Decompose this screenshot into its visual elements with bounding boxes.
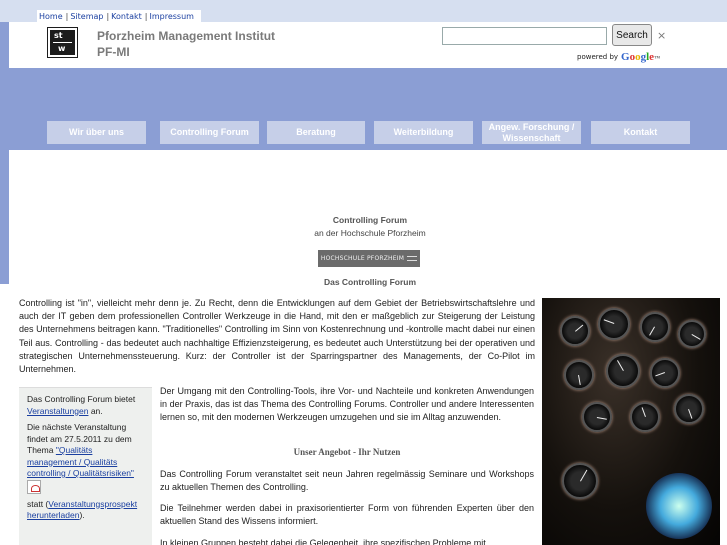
nav-beratung[interactable]: Beratung	[267, 121, 365, 144]
gauge-icon	[560, 316, 590, 346]
groups-paragraph: In kleinen Gruppen besteht dabei die Gel…	[160, 538, 486, 545]
offer-paragraph: Das Controlling Forum veranstaltet seit …	[160, 469, 534, 493]
search-button[interactable]: Search	[612, 24, 652, 46]
site-title-line1: Pforzheim Management Institut	[97, 29, 276, 43]
sidebox-download: statt (Veranstaltungsprospekt herunterla…	[27, 499, 144, 522]
page-heading: Controlling Forum	[332, 215, 408, 225]
hochschule-badge: HOCHSCHULE PFORZHEIM	[318, 250, 420, 267]
gauge-icon	[630, 402, 660, 432]
logo-text-w: w	[58, 44, 66, 53]
sidebox-download-end: ).	[79, 510, 85, 520]
logo-divider	[53, 42, 72, 43]
gauge-icon	[606, 354, 640, 388]
home-link[interactable]: Home	[37, 12, 66, 21]
site-header: st w Pforzheim Management Institut PF-MI…	[31, 22, 727, 68]
nav-controlling-forum[interactable]: Controlling Forum	[160, 121, 259, 144]
nav-forschung[interactable]: Angew. Forschung / Wissenschaft	[482, 121, 581, 144]
gauge-icon	[678, 320, 706, 348]
sidebox-events-text: Das Controlling Forum bietet	[27, 394, 136, 404]
sidebox-download-text: statt (	[27, 498, 49, 509]
site-title-line2: PF-MI	[97, 45, 130, 59]
sidebox-events-end: an.	[90, 405, 103, 416]
left-strip	[0, 22, 9, 284]
gauge-icon	[650, 358, 680, 388]
pdf-icon[interactable]	[27, 479, 41, 494]
gauge-icon	[598, 308, 630, 340]
gauge-icon	[640, 312, 670, 342]
nav-kontakt[interactable]: Kontakt	[591, 121, 690, 144]
page-subheading: an der Hochschule Pforzheim	[314, 228, 426, 238]
kontakt-link[interactable]: Kontakt	[109, 12, 145, 21]
stw-logo[interactable]: st w	[47, 27, 78, 58]
logo-text-st: st	[54, 31, 63, 40]
gauge-icon	[582, 402, 612, 432]
top-links: Home | Sitemap | Kontakt | Impressum	[37, 10, 201, 22]
cockpit-image	[542, 298, 720, 545]
impressum-link[interactable]: Impressum	[148, 12, 197, 21]
veranstaltungen-link[interactable]: Veranstaltungen	[27, 406, 88, 416]
participants-paragraph: Die Teilnehmer werden dabei in praxisori…	[160, 503, 534, 527]
info-sidebox: Das Controlling Forum bietet Veranstaltu…	[19, 387, 152, 545]
radar-display-icon	[646, 473, 712, 539]
sitemap-link[interactable]: Sitemap	[68, 12, 106, 21]
badge-logo-icon	[407, 256, 418, 261]
gauge-icon	[564, 360, 594, 390]
sidebox-events: Das Controlling Forum bietet Veranstaltu…	[27, 394, 144, 417]
gauge-icon	[674, 394, 704, 424]
search-input[interactable]	[442, 27, 607, 45]
nav-wir-ueber-uns[interactable]: Wir über uns	[47, 121, 146, 144]
gauge-icon	[562, 463, 598, 499]
powered-by-google: powered by Google™	[577, 51, 660, 63]
section-title: Das Controlling Forum	[323, 277, 417, 287]
google-logo: Google™	[621, 51, 661, 63]
close-icon[interactable]: ×	[657, 29, 666, 42]
tools-paragraph: Der Umgang mit den Controlling-Tools, ih…	[160, 386, 534, 423]
offer-title: Unser Angebot - Ihr Nutzen	[293, 447, 401, 457]
nav-weiterbildung[interactable]: Weiterbildung	[374, 121, 473, 144]
sidebox-next-event: Die nächste Veranstaltung findet am 27.5…	[27, 422, 144, 494]
intro-paragraph: Controlling ist "in", vielleicht mehr de…	[19, 298, 535, 375]
badge-text: HOCHSCHULE PFORZHEIM	[320, 255, 405, 262]
site-title: Pforzheim Management Institut PF-MI	[97, 28, 275, 60]
powered-by-label: powered by	[577, 53, 619, 61]
